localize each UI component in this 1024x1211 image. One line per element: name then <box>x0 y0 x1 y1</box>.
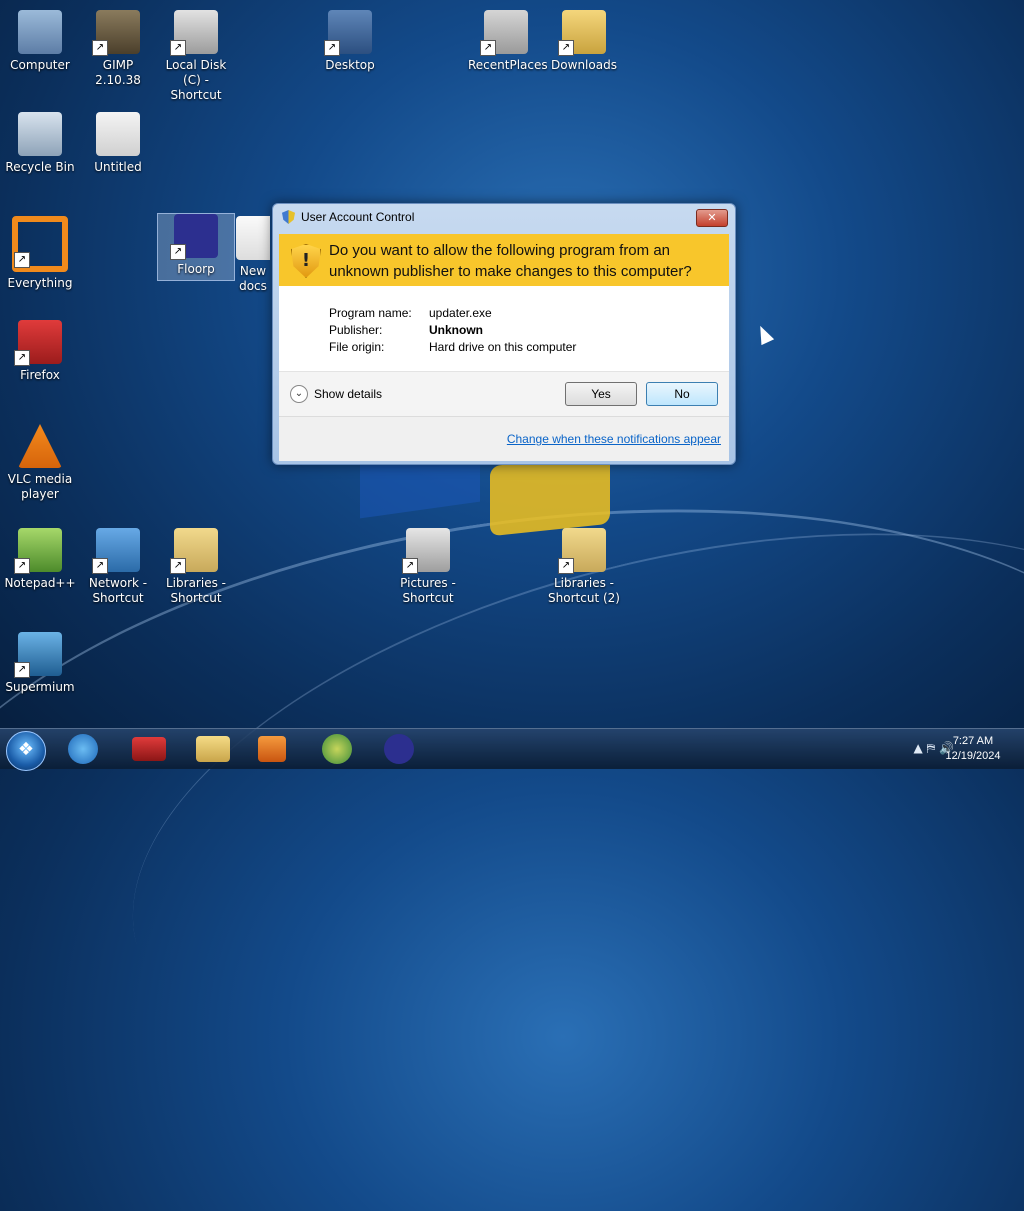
taskbar-media-player-icon[interactable] <box>258 736 286 762</box>
recycle-bin-icon <box>18 112 62 156</box>
taskbar-file-explorer-icon[interactable] <box>196 736 230 762</box>
taskbar-internet-explorer-icon[interactable] <box>68 734 98 764</box>
desktop-icon-local-disk[interactable]: ↗ Local Disk (C) - Shortcut <box>158 10 234 103</box>
program-name-label: Program name: <box>329 306 412 320</box>
firefox-icon: ↗ <box>14 320 62 366</box>
drive-icon: ↗ <box>170 10 218 56</box>
network-globe-icon: ↗ <box>92 528 140 574</box>
no-button[interactable]: No <box>646 382 718 406</box>
taskbar-supermium-icon[interactable] <box>322 734 352 764</box>
clock-time: 7:27 AM <box>952 735 994 747</box>
publisher-value: Unknown <box>429 323 483 337</box>
everything-search-icon: ↗ <box>12 216 68 272</box>
taskbar-clock[interactable]: 7:27 AM 12/19/2024 <box>942 734 1004 764</box>
desktop-icon-floorp[interactable]: ↗ Floorp <box>157 213 235 281</box>
desktop-icon-everything[interactable]: ↗ Everything <box>2 216 78 291</box>
uac-program-details: Program name: updater.exe Publisher: Unkno… <box>329 306 576 357</box>
mouse-cursor-icon <box>753 322 775 346</box>
desktop-icon-gimp[interactable]: ↗ GIMP 2.10.38 <box>80 10 156 88</box>
desktop-icon-firefox[interactable]: ↗ Firefox <box>2 320 78 383</box>
desktop-icon-recentplaces[interactable]: ↗ RecentPlaces <box>468 10 548 73</box>
close-button[interactable]: ✕ <box>696 209 728 227</box>
uac-action-bar: ⌄ Show details Yes No <box>279 372 729 416</box>
gimp-icon: ↗ <box>92 10 140 56</box>
file-origin-label: File origin: <box>329 340 385 354</box>
floorp-browser-icon: ↗ <box>170 214 218 260</box>
libraries-folder-icon: ↗ <box>170 528 218 574</box>
taskbar-firefox-icon[interactable] <box>132 737 166 761</box>
desktop-icon-pictures[interactable]: ↗ Pictures - Shortcut <box>390 528 466 606</box>
desktop-icon-supermium[interactable]: ↗ Supermium <box>2 632 78 695</box>
desktop-icon-computer[interactable]: Computer <box>2 10 78 73</box>
desktop-icon-libraries-2[interactable]: ↗ Libraries - Shortcut (2) <box>546 528 622 606</box>
show-details-button[interactable]: Show details <box>314 387 382 401</box>
start-button[interactable]: ❖ <box>6 731 46 771</box>
desktop-icon-vlc[interactable]: VLC media player <box>2 424 78 502</box>
desktop-icon-libraries[interactable]: ↗ Libraries - Shortcut <box>158 528 234 606</box>
document-icon <box>236 216 270 260</box>
taskbar-floorp-icon[interactable] <box>384 734 414 764</box>
clock-date: 12/19/2024 <box>945 750 1001 762</box>
desktop-icon-new-doc[interactable]: New docs <box>236 216 270 294</box>
uac-warning-header: ! Do you want to allow the following pro… <box>279 234 729 286</box>
desktop-icon-desktop[interactable]: ↗ Desktop <box>312 10 388 73</box>
notepadpp-icon: ↗ <box>14 528 62 574</box>
computer-icon <box>18 10 62 54</box>
desktop-icon-network[interactable]: ↗ Network - Shortcut <box>80 528 156 606</box>
chevron-down-icon[interactable]: ⌄ <box>290 385 308 403</box>
recent-places-icon: ↗ <box>480 10 528 56</box>
uac-content: ! Do you want to allow the following pro… <box>279 234 729 461</box>
uac-shield-icon <box>282 210 295 224</box>
desktop-icon-notepadpp[interactable]: ↗ Notepad++ <box>2 528 78 591</box>
uac-dialog: User Account Control ✕ ! Do you want to … <box>272 203 736 465</box>
uac-footer: Change when these notifications appear <box>279 416 729 461</box>
desktop-icon-downloads[interactable]: ↗ Downloads <box>546 10 622 73</box>
downloads-folder-icon: ↗ <box>558 10 606 56</box>
yes-button[interactable]: Yes <box>565 382 637 406</box>
uac-titlebar[interactable]: User Account Control ✕ <box>273 204 735 230</box>
desktop-icon-recycle-bin[interactable]: Recycle Bin <box>2 112 78 175</box>
image-file-icon <box>96 112 140 156</box>
file-origin-value: Hard drive on this computer <box>429 340 577 354</box>
windows-logo-icon: ❖ <box>17 739 35 760</box>
warning-shield-icon: ! <box>291 244 321 278</box>
monitor-icon: ↗ <box>324 10 372 56</box>
uac-question: Do you want to allow the following progr… <box>329 242 692 280</box>
program-name-value: updater.exe <box>429 306 492 320</box>
change-notifications-link[interactable]: Change when these notifications appear <box>507 432 721 446</box>
desktop-icon-untitled[interactable]: Untitled <box>80 112 156 175</box>
publisher-label: Publisher: <box>329 323 383 337</box>
taskbar: ❖ ▲ ⛿ 🔊 7:27 AM 12/19/2024 <box>0 728 1024 771</box>
vlc-cone-icon <box>18 424 62 468</box>
uac-title: User Account Control <box>301 210 415 224</box>
pictures-icon: ↗ <box>402 528 450 574</box>
libraries-folder-icon: ↗ <box>558 528 606 574</box>
supermium-browser-icon: ↗ <box>14 632 62 678</box>
